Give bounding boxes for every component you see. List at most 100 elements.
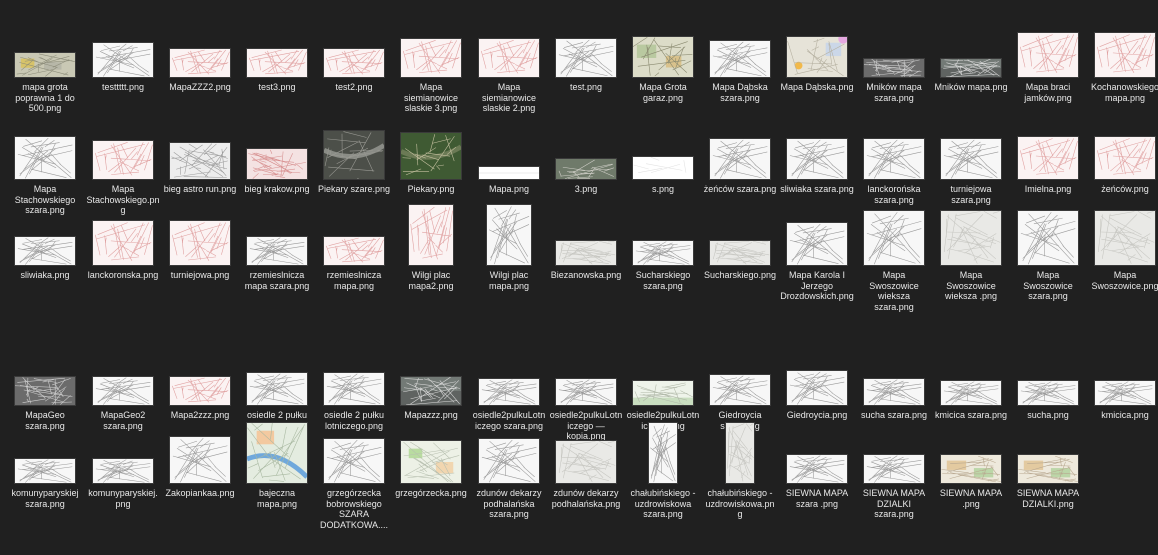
file-name-label[interactable]: Wilgi plac mapa2.png [394, 270, 468, 291]
file-item[interactable]: rzemieslnicza mapa.png [317, 206, 391, 314]
file-thumbnail[interactable] [246, 422, 308, 484]
file-name-label[interactable]: SIEWNA MAPA szara .png [780, 488, 854, 509]
file-item[interactable]: komunyparyskiej szara.png [8, 424, 82, 532]
file-thumbnail[interactable] [478, 166, 540, 180]
file-name-label[interactable]: chałubińskiego - uzdrowiskowa.png [703, 488, 777, 520]
file-name-label[interactable]: Mapa Swoszowice.png [1088, 270, 1158, 291]
file-thumbnail[interactable] [1017, 454, 1079, 484]
file-thumbnail[interactable] [555, 378, 617, 406]
file-thumbnail[interactable] [940, 138, 1002, 180]
file-name-label[interactable]: SIEWNA MAPA DZIALKI szara.png [857, 488, 931, 520]
file-item[interactable]: Mapa Dąbska szara.png [703, 18, 777, 126]
file-name-label[interactable]: Piekary.png [394, 184, 468, 195]
file-thumbnail[interactable] [169, 376, 231, 406]
file-item[interactable]: Mapa Swoszowice szara.png [1011, 206, 1085, 314]
file-thumbnail[interactable] [169, 142, 231, 180]
file-name-label[interactable]: kmicica.png [1088, 410, 1158, 421]
file-name-label[interactable]: Mapa Swoszowice wieksza .png [934, 270, 1008, 302]
file-name-label[interactable]: Giedroycia.png [780, 410, 854, 421]
file-thumbnail[interactable] [323, 130, 385, 180]
file-item[interactable]: Sucharskiego szara.png [626, 206, 700, 314]
file-name-label[interactable]: Sucharskiego szara.png [626, 270, 700, 291]
file-name-label[interactable]: Zakopiankaa.png [163, 488, 237, 499]
file-name-label[interactable]: SIEWNA MAPA DZIALKI.png [1011, 488, 1085, 509]
file-name-label[interactable]: SIEWNA MAPA .png [934, 488, 1008, 509]
file-name-label[interactable]: sliwiaka szara.png [780, 184, 854, 195]
file-item[interactable]: turniejowa.png [163, 206, 237, 314]
file-thumbnail[interactable] [648, 422, 678, 484]
file-thumbnail[interactable] [1017, 136, 1079, 180]
file-thumbnail[interactable] [940, 380, 1002, 406]
file-name-label[interactable]: Piekary szare.png [317, 184, 391, 195]
file-name-label[interactable]: sucha szara.png [857, 410, 931, 421]
file-thumbnail[interactable] [1094, 136, 1156, 180]
file-name-label[interactable]: test2.png [317, 82, 391, 93]
file-thumbnail[interactable] [709, 374, 771, 406]
file-item[interactable]: SIEWNA MAPA DZIALKI szara.png [857, 424, 931, 532]
file-thumbnail[interactable] [1094, 380, 1156, 406]
file-thumbnail[interactable] [246, 148, 308, 180]
file-name-label[interactable]: grzegórzecka bobrowskiego SZARA DODATKOW… [317, 488, 391, 530]
file-thumbnail[interactable] [478, 38, 540, 78]
file-thumbnail[interactable] [486, 204, 532, 266]
file-thumbnail[interactable] [400, 38, 462, 78]
file-name-label[interactable]: żeńców szara.png [703, 184, 777, 195]
file-name-label[interactable]: 3.png [549, 184, 623, 195]
file-item[interactable]: Mapa siemianowice slaskie 2.png [472, 18, 546, 126]
file-thumbnail[interactable] [92, 220, 154, 266]
file-item[interactable]: bajeczna mapa.png [240, 422, 314, 532]
file-name-label[interactable]: Mapa2zzz.png [163, 410, 237, 421]
file-thumbnail[interactable] [169, 48, 231, 78]
file-thumbnail[interactable] [863, 378, 925, 406]
file-thumbnail[interactable] [408, 204, 454, 266]
file-thumbnail[interactable] [555, 158, 617, 180]
file-name-label[interactable]: MapaZZZ2.png [163, 82, 237, 93]
file-name-label[interactable]: testtttt.png [86, 82, 160, 93]
file-thumbnail[interactable] [555, 240, 617, 266]
file-name-label[interactable]: turniejowa.png [163, 270, 237, 281]
file-thumbnail[interactable] [1094, 210, 1156, 266]
file-thumbnail[interactable] [632, 380, 694, 406]
file-thumbnail[interactable] [632, 36, 694, 78]
file-name-label[interactable]: grzegórzecka.png [394, 488, 468, 499]
file-thumbnail[interactable] [786, 454, 848, 484]
file-name-label[interactable]: lanckorońska szara.png [857, 184, 931, 205]
file-thumbnail[interactable] [14, 236, 76, 266]
file-thumbnail[interactable] [478, 438, 540, 484]
file-name-label[interactable]: Imielna.png [1011, 184, 1085, 195]
file-name-label[interactable]: rzemieslnicza mapa szara.png [240, 270, 314, 291]
file-name-label[interactable]: żeńców.png [1088, 184, 1158, 195]
file-item[interactable]: zdunów dekarzy podhalańska.png [549, 424, 623, 532]
file-item[interactable]: Mników mapa szara.png [857, 18, 931, 126]
file-thumbnail[interactable] [940, 454, 1002, 484]
file-item[interactable]: Mapa Swoszowice wieksza .png [934, 206, 1008, 314]
file-item[interactable]: grzegórzecka bobrowskiego SZARA DODATKOW… [317, 424, 391, 532]
file-thumbnail[interactable] [14, 136, 76, 180]
file-thumbnail[interactable] [1094, 32, 1156, 78]
file-thumbnail[interactable] [786, 222, 848, 266]
file-thumbnail[interactable] [863, 58, 925, 78]
file-thumbnail[interactable] [863, 210, 925, 266]
file-name-label[interactable]: Mapa Dąbska szara.png [703, 82, 777, 103]
file-thumbnail[interactable] [14, 376, 76, 406]
file-thumbnail[interactable] [786, 36, 848, 78]
file-name-label[interactable]: bieg krakow.png [240, 184, 314, 195]
file-name-label[interactable]: komunyparyskiej.png [86, 488, 160, 509]
file-name-label[interactable]: test3.png [240, 82, 314, 93]
file-thumbnail[interactable] [786, 138, 848, 180]
file-thumbnail[interactable] [323, 48, 385, 78]
file-thumbnail[interactable] [246, 372, 308, 406]
file-thumbnail[interactable] [92, 42, 154, 78]
file-thumbnail[interactable] [940, 210, 1002, 266]
file-name-label[interactable]: Mapa siemianowice slaskie 2.png [472, 82, 546, 114]
file-thumbnail[interactable] [632, 156, 694, 180]
file-thumbnail[interactable] [478, 378, 540, 406]
file-name-label[interactable]: Mapa Grota garaz.png [626, 82, 700, 103]
file-thumbnail[interactable] [863, 454, 925, 484]
file-item[interactable]: chałubińskiego - uzdrowiskowa.png [703, 422, 777, 532]
file-name-label[interactable]: Mników mapa.png [934, 82, 1008, 93]
file-item[interactable]: MapaZZZ2.png [163, 18, 237, 126]
file-name-label[interactable]: sucha.png [1011, 410, 1085, 421]
file-item[interactable]: Wilgi plac mapa.png [472, 204, 546, 314]
file-thumbnail[interactable] [169, 220, 231, 266]
